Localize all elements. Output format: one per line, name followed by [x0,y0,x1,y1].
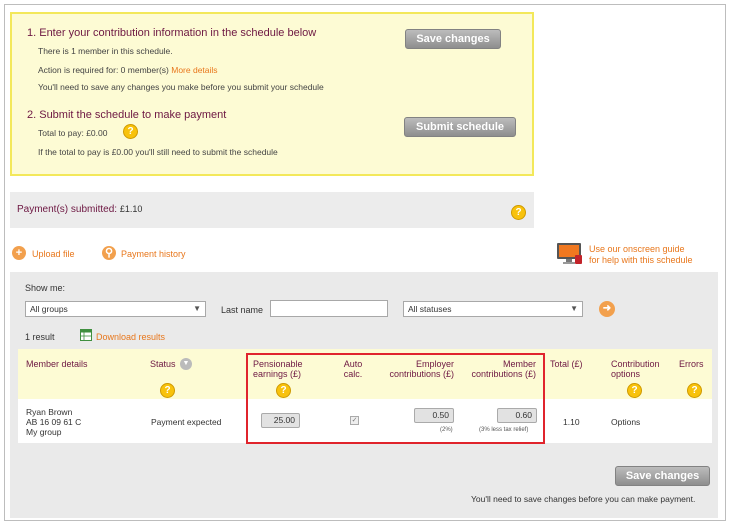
submit-schedule-button[interactable]: Submit schedule [404,117,516,137]
groups-select[interactable]: All groups ▼ [25,301,206,317]
col-status: Status [150,359,176,369]
payment-history-link[interactable]: Payment history [121,249,186,259]
dropdown-arrow-icon: ▼ [193,304,201,313]
save-before-payment-note: You'll need to save changes before you c… [471,494,696,504]
action-required: Action is required for: 0 member(s) More… [38,65,218,75]
download-results-link[interactable]: Download results [96,332,165,342]
dropdown-arrow-icon: ▼ [570,304,578,313]
payments-submitted: Payment(s) submitted: £1.10 [17,204,142,215]
member-group: My group [26,427,62,437]
step2-title: 2. Submit the schedule to make payment [27,109,227,121]
help-icon[interactable]: ? [123,124,138,139]
help-icon[interactable]: ? [687,383,702,398]
col-contribution-options: Contribution options [611,359,660,379]
chevron-down-icon[interactable]: ▼ [180,358,192,370]
member-status: Payment expected [151,417,222,427]
last-name-input[interactable] [270,300,388,317]
options-link[interactable]: Options [611,417,640,427]
groups-select-value: All groups [30,304,68,314]
help-icon[interactable]: ? [627,383,642,398]
upload-icon[interactable]: + [12,246,26,260]
save-changes-button-bottom[interactable]: Save changes [615,466,710,486]
save-note: You'll need to save any changes you make… [38,82,324,92]
step1-title: 1. Enter your contribution information i… [27,27,317,39]
save-changes-button-top[interactable]: Save changes [405,29,501,49]
upload-file-link[interactable]: Upload file [32,249,75,259]
guide-line-2: for help with this schedule [589,255,693,265]
action-required-text: Action is required for: 0 member(s) [38,65,169,75]
member-details-cell: Ryan Brown AB 16 09 61 C My group [26,407,81,437]
more-details-link[interactable]: More details [171,65,217,75]
status-select-value: All statuses [408,304,452,314]
member-name: Ryan Brown [26,407,73,417]
help-icon[interactable]: ? [160,383,175,398]
col-member-details: Member details [26,359,88,369]
col-options-line2: options [611,369,641,379]
status-select[interactable]: All statuses ▼ [403,301,583,317]
last-name-label: Last name [221,305,264,315]
help-icon[interactable]: ? [511,205,526,220]
magnifier-icon[interactable]: ⚲ [102,246,116,260]
result-count: 1 result [25,332,55,342]
highlight-box [246,353,545,444]
col-errors: Errors [679,359,704,369]
zero-total-note: If the total to pay is £0.00 you'll stil… [38,147,278,157]
payments-amount: £1.10 [119,204,143,214]
show-me-label: Show me: [25,283,66,293]
monitor-icon[interactable] [556,242,584,266]
col-total: Total (£) [550,359,583,369]
member-count: There is 1 member in this schedule. [38,46,173,56]
total-to-pay: Total to pay: £0.00 [38,128,108,138]
onscreen-guide-link[interactable]: Use our onscreen guide for help with thi… [589,244,693,266]
row-total: 1.10 [563,417,580,427]
member-ni-number: AB 16 09 61 C [26,417,82,427]
col-options-line1: Contribution [611,359,660,369]
go-arrow-icon[interactable]: ➜ [599,301,615,317]
payments-label: Payment(s) submitted: [17,204,118,215]
guide-line-1: Use our onscreen guide [589,244,685,254]
spreadsheet-icon[interactable] [80,329,92,341]
